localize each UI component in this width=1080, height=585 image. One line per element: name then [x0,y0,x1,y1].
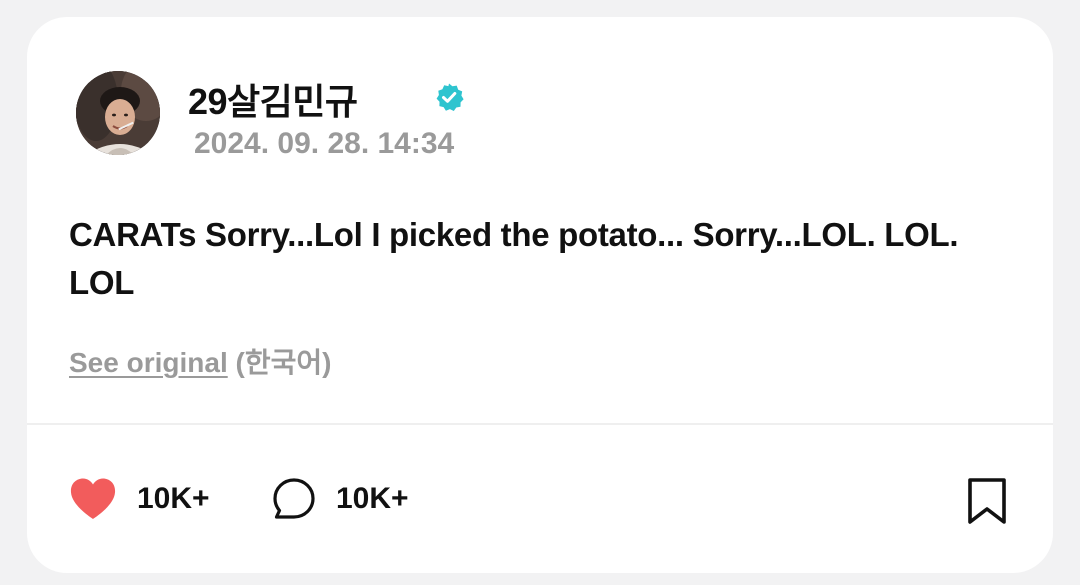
avatar[interactable] [76,71,160,155]
like-count: 10K+ [137,482,210,515]
post-card: 29살김민규 2024. 09. 28. 14:34 CARATs Sorry.… [27,17,1053,573]
see-original-link[interactable]: See original [69,347,228,378]
divider [27,423,1053,425]
post-timestamp: 2024. 09. 28. 14:34 [194,127,455,160]
post-text: CARATs Sorry...Lol I picked the potato..… [69,216,959,301]
bookmark-icon[interactable] [965,477,1009,525]
like-button[interactable]: 10K+ [69,475,210,523]
verified-badge-icon [436,83,464,111]
translation-line: See original (한국어) [69,341,331,381]
comment-count: 10K+ [336,482,409,515]
avatar-image [76,71,160,155]
author-name[interactable]: 29살김민규 [188,73,358,125]
original-language-label: (한국어) [235,347,332,378]
comment-button[interactable]: 10K+ [272,475,409,523]
heart-icon [70,478,116,519]
comment-bubble-icon [273,478,315,519]
